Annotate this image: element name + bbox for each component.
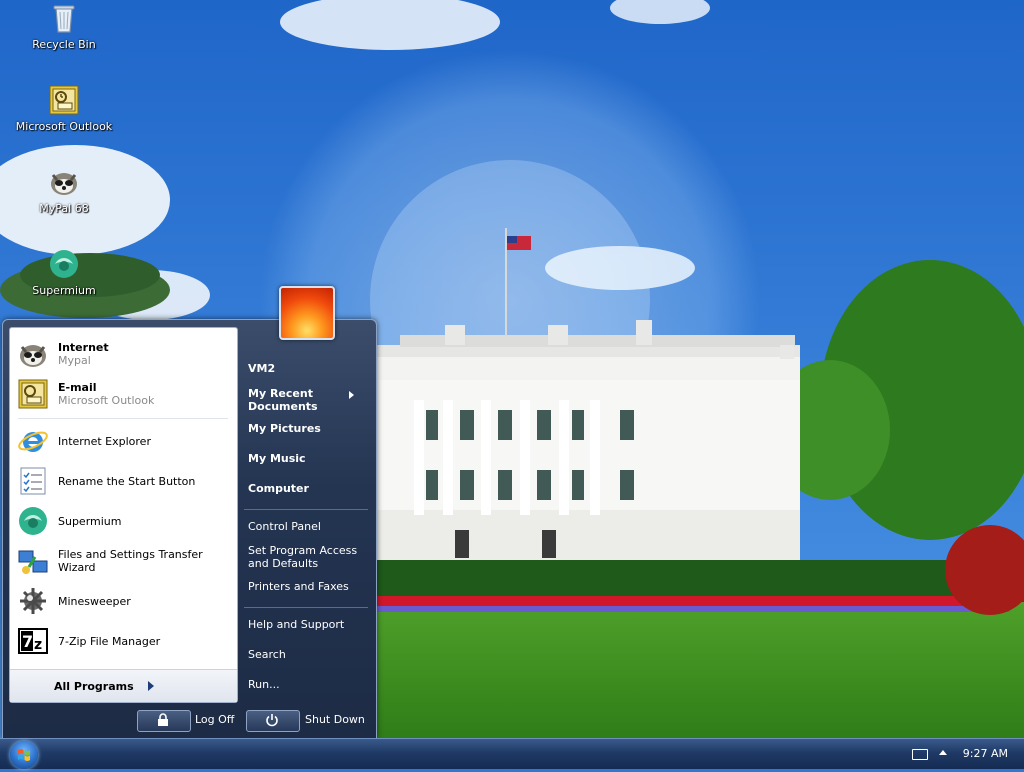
desktop-icon-supermium[interactable]: Supermium — [9, 248, 119, 297]
log-off-label[interactable]: Log Off — [195, 713, 234, 726]
start-right-printers[interactable]: Printers and Faxes — [248, 580, 368, 593]
start-item-transfer-wizard[interactable]: Files and Settings Transfer Wizard — [12, 542, 233, 580]
system-tray: 9:27 AM — [906, 739, 1024, 769]
show-hidden-icons-icon[interactable] — [939, 750, 947, 755]
desktop-icon-label: Supermium — [32, 284, 96, 297]
start-item-title: Minesweeper — [58, 594, 131, 608]
start-right-my-music[interactable]: My Music — [248, 452, 368, 465]
start-item-internet[interactable]: Internet Mypal — [12, 335, 233, 373]
desktop-icon-mypal[interactable]: MyPal 68 — [9, 166, 119, 215]
chevron-right-icon — [349, 391, 354, 399]
outlook-icon — [48, 84, 80, 116]
desktop-icon-label: Recycle Bin — [32, 38, 96, 51]
start-menu: Internet Mypal E-mail Microsoft Outlook — [2, 286, 377, 739]
start-right-recent-documents[interactable]: My Recent Documents — [248, 387, 358, 413]
start-menu-separator — [18, 418, 228, 419]
start-right-run[interactable]: Run... — [248, 678, 368, 691]
start-item-title: Internet — [58, 341, 109, 354]
desktop-icon-label: Microsoft Outlook — [15, 120, 113, 133]
lock-icon — [158, 713, 168, 726]
supermium-icon — [48, 248, 80, 280]
mypal-icon — [48, 166, 80, 198]
all-programs-button[interactable]: All Programs — [10, 669, 237, 702]
recycle-bin-icon — [48, 2, 80, 34]
start-item-rename-start-button[interactable]: Rename the Start Button — [12, 462, 233, 500]
svg-text:7: 7 — [22, 632, 33, 651]
checklist-icon — [17, 465, 49, 497]
all-programs-label: All Programs — [54, 679, 134, 693]
start-item-title: Internet Explorer — [58, 434, 151, 448]
start-menu-programs-pane: Internet Mypal E-mail Microsoft Outlook — [9, 327, 238, 703]
start-item-title: E-mail — [58, 381, 97, 394]
supermium-icon — [17, 505, 49, 537]
start-right-my-pictures[interactable]: My Pictures — [248, 422, 368, 435]
shut-down-label[interactable]: Shut Down — [305, 713, 365, 726]
start-right-label: My Recent Documents — [248, 387, 318, 413]
start-item-title: Rename the Start Button — [58, 474, 196, 488]
start-button[interactable] — [10, 741, 38, 769]
start-item-title: 7-Zip File Manager — [58, 634, 161, 648]
start-right-separator — [244, 509, 368, 510]
desktop-icon-outlook[interactable]: Microsoft Outlook — [9, 84, 119, 133]
outlook-icon — [17, 378, 49, 410]
start-item-7zip[interactable]: 7 z 7-Zip File Manager — [12, 622, 233, 660]
start-item-supermium[interactable]: Supermium — [12, 502, 233, 540]
start-right-help[interactable]: Help and Support — [248, 618, 368, 631]
7zip-icon: 7 z — [17, 625, 49, 657]
start-item-email[interactable]: E-mail Microsoft Outlook — [12, 375, 233, 413]
log-off-button[interactable] — [137, 710, 191, 732]
start-item-subtitle: Mypal — [58, 354, 91, 367]
start-right-control-panel[interactable]: Control Panel — [248, 520, 368, 533]
start-right-search[interactable]: Search — [248, 648, 368, 661]
start-right-separator — [244, 607, 368, 608]
start-item-title: Files and Settings Transfer Wizard — [58, 548, 203, 574]
keyboard-icon[interactable] — [912, 749, 928, 760]
shut-down-button[interactable] — [246, 710, 300, 732]
transfer-wizard-icon — [17, 545, 49, 577]
minesweeper-icon — [17, 585, 49, 617]
windows-logo-icon — [18, 749, 30, 761]
start-right-computer[interactable]: Computer — [248, 482, 368, 495]
desktop-icon-label: MyPal 68 — [39, 202, 89, 215]
taskbar: 9:27 AM — [0, 738, 1024, 769]
start-item-subtitle: Microsoft Outlook — [58, 394, 155, 407]
mypal-icon — [17, 338, 49, 370]
start-item-minesweeper[interactable]: Minesweeper — [12, 582, 233, 620]
start-right-program-access[interactable]: Set Program Access and Defaults — [248, 544, 368, 570]
power-icon — [266, 714, 278, 727]
start-item-internet-explorer[interactable]: Internet Explorer — [12, 422, 233, 460]
clock[interactable]: 9:27 AM — [963, 747, 1008, 760]
internet-explorer-icon — [17, 425, 49, 457]
start-right-user[interactable]: VM2 — [248, 362, 368, 375]
user-picture[interactable] — [279, 286, 335, 340]
desktop-icon-recycle-bin[interactable]: Recycle Bin — [9, 2, 119, 51]
svg-text:z: z — [34, 637, 42, 653]
start-item-title: Supermium — [58, 514, 122, 528]
chevron-right-icon — [147, 681, 154, 691]
